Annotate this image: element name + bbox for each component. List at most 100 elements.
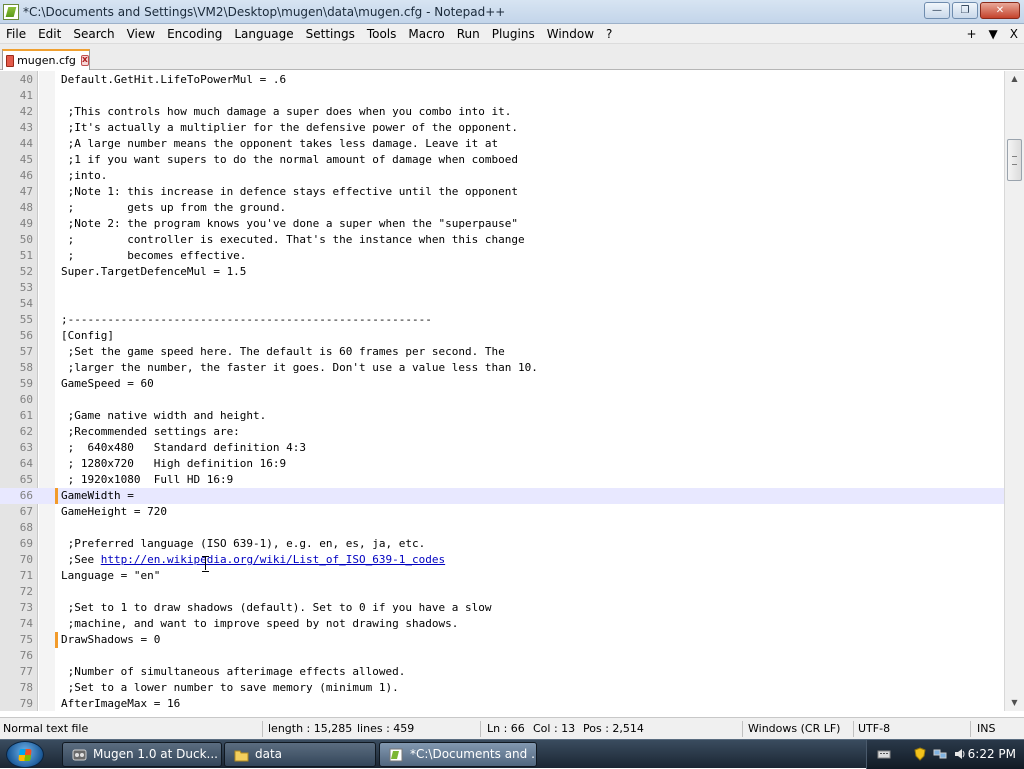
editor-line[interactable]: 63 ; 640x480 Standard definition 4:3 (0, 440, 1004, 456)
editor-line[interactable]: 73 ;Set to 1 to draw shadows (default). … (0, 600, 1004, 616)
new-tab-icon[interactable]: + (966, 27, 976, 41)
editor-line[interactable]: 53 (0, 280, 1004, 296)
editor-line[interactable]: 55 ;-------------------------------------… (0, 312, 1004, 328)
security-shield-icon[interactable] (913, 747, 927, 761)
editor-line[interactable]: 79 AfterImageMax = 16 (0, 696, 1004, 711)
close-document-icon[interactable]: X (1010, 27, 1018, 41)
editor-line[interactable]: 45 ;1 if you want supers to do the norma… (0, 152, 1004, 168)
editor-line[interactable]: 69 ;Preferred language (ISO 639-1), e.g.… (0, 536, 1004, 552)
editor-line[interactable]: 60 (0, 392, 1004, 408)
line-number: 55 (19, 313, 33, 326)
editor-line[interactable]: 74 ;machine, and want to improve speed b… (0, 616, 1004, 632)
menu-view[interactable]: View (121, 27, 161, 41)
start-button[interactable] (6, 741, 44, 768)
editor-line[interactable]: 78 ;Set to a lower number to save memory… (0, 680, 1004, 696)
menu-run[interactable]: Run (451, 27, 486, 41)
url-link[interactable]: http://en.wikipedia.org/wiki/List_of_ISO… (101, 553, 445, 566)
text-editor[interactable]: 40 Default.GetHit.LifeToPowerMul = .6 41 42… (0, 71, 1004, 711)
line-content: ;1 if you want supers to do the normal a… (61, 153, 518, 166)
line-content: ;---------------------------------------… (61, 313, 432, 326)
editor-line[interactable]: 52 Super.TargetDefenceMul = 1.5 (0, 264, 1004, 280)
editor-line[interactable]: 50 ; controller is executed. That's the … (0, 232, 1004, 248)
editor-line[interactable]: 49 ;Note 2: the program knows you've don… (0, 216, 1004, 232)
volume-icon[interactable] (953, 747, 967, 761)
line-content: ;Note 2: the program knows you've done a… (61, 217, 518, 230)
taskbar-item-notepad[interactable]: *C:\Documents and ... (379, 742, 537, 767)
editor-line[interactable]: 67 GameHeight = 720 (0, 504, 1004, 520)
line-number: 66 (19, 489, 33, 502)
line-text: GameSpeed = 60 (61, 376, 154, 392)
scrollbar-thumb[interactable] (1007, 139, 1022, 181)
editor-line[interactable]: 54 (0, 296, 1004, 312)
editor-line[interactable]: 57 ;Set the game speed here. The default… (0, 344, 1004, 360)
editor-line[interactable]: 41 (0, 88, 1004, 104)
tab-close-icon[interactable]: x (80, 55, 89, 66)
menu-window[interactable]: Window (541, 27, 600, 41)
network-icon[interactable] (933, 747, 947, 761)
line-content: ;larger the number, the faster it goes. … (61, 361, 538, 374)
close-button[interactable]: ✕ (980, 2, 1020, 19)
editor-line[interactable]: 65 ; 1920x1080 Full HD 16:9 (0, 472, 1004, 488)
line-number: 61 (19, 409, 33, 422)
minimize-button[interactable]: — (924, 2, 950, 19)
editor-line[interactable]: 64 ; 1280x720 High definition 16:9 (0, 456, 1004, 472)
line-number: 45 (19, 153, 33, 166)
keyboard-icon[interactable] (877, 747, 891, 761)
line-number: 44 (19, 137, 33, 150)
editor-line[interactable]: 59 GameSpeed = 60 (0, 376, 1004, 392)
line-text: ;into. (61, 168, 108, 184)
editor-line[interactable]: 61 ;Game native width and height. (0, 408, 1004, 424)
editor-current-line[interactable]: 66 GameWidth = (0, 488, 1004, 504)
editor-line[interactable]: 47 ;Note 1: this increase in defence sta… (0, 184, 1004, 200)
line-content: ;Recommended settings are: (61, 425, 240, 438)
editor-line[interactable]: 51 ; becomes effective. (0, 248, 1004, 264)
editor-line[interactable]: 72 (0, 584, 1004, 600)
menu-encoding[interactable]: Encoding (161, 27, 228, 41)
menu-help[interactable]: ? (600, 27, 618, 41)
tab-mugen-cfg[interactable]: mugen.cfg x (2, 49, 90, 70)
menu-tools[interactable]: Tools (361, 27, 403, 41)
menu-search[interactable]: Search (67, 27, 120, 41)
taskbar-item-mugen[interactable]: Mugen 1.0 at Duck... (62, 742, 222, 767)
taskbar-item-data-folder[interactable]: data (224, 742, 376, 767)
menu-edit[interactable]: Edit (32, 27, 67, 41)
editor-line[interactable]: 62 ;Recommended settings are: (0, 424, 1004, 440)
editor-line[interactable]: 43 ;It's actually a multiplier for the d… (0, 120, 1004, 136)
menu-settings[interactable]: Settings (300, 27, 361, 41)
line-number: 64 (19, 457, 33, 470)
editor-line[interactable]: 44 ;A large number means the opponent ta… (0, 136, 1004, 152)
line-text: GameWidth = (61, 488, 134, 504)
line-text: ; becomes effective. (61, 248, 247, 264)
taskbar-clock[interactable]: 6:22 PM (968, 740, 1016, 769)
editor-line[interactable]: 58 ;larger the number, the faster it goe… (0, 360, 1004, 376)
scroll-up-icon[interactable]: ▲ (1005, 71, 1024, 87)
line-text: ;See http://en.wikipedia.org/wiki/List_o… (61, 552, 446, 568)
editor-line[interactable]: 42 ;This controls how much damage a supe… (0, 104, 1004, 120)
editor-line[interactable]: 71 Language = "en" (0, 568, 1004, 584)
editor-line[interactable]: 77 ;Number of simultaneous afterimage ef… (0, 664, 1004, 680)
editor-line[interactable]: 76 (0, 648, 1004, 664)
editor-line[interactable]: 48 ; gets up from the ground. (0, 200, 1004, 216)
editor-line[interactable]: 75 DrawShadows = 0 (0, 632, 1004, 648)
menu-language[interactable]: Language (228, 27, 299, 41)
status-divider (262, 721, 263, 737)
line-content: GameSpeed = 60 (61, 377, 154, 390)
tab-list-dropdown-icon[interactable]: ▼ (989, 27, 998, 41)
system-tray: 6:22 PM (866, 740, 1024, 769)
editor-line[interactable]: 70 ;See http://en.wikipedia.org/wiki/Lis… (0, 552, 1004, 568)
line-text: ;A large number means the opponent takes… (61, 136, 498, 152)
menu-plugins[interactable]: Plugins (486, 27, 541, 41)
status-col: Col : 13 (533, 722, 576, 735)
line-text: ; controller is executed. That's the ins… (61, 232, 525, 248)
scroll-down-icon[interactable]: ▼ (1005, 695, 1024, 711)
vertical-scrollbar[interactable]: ▲ ▼ (1004, 71, 1024, 711)
menu-macro[interactable]: Macro (402, 27, 450, 41)
line-content: ;See (61, 553, 101, 566)
maximize-button[interactable]: ❐ (952, 2, 978, 19)
editor-line[interactable]: 40 Default.GetHit.LifeToPowerMul = .6 (0, 72, 1004, 88)
editor-line[interactable]: 46 ;into. (0, 168, 1004, 184)
line-text: ;Recommended settings are: (61, 424, 240, 440)
editor-line[interactable]: 56 [Config] (0, 328, 1004, 344)
editor-line[interactable]: 68 (0, 520, 1004, 536)
menu-file[interactable]: File (0, 27, 32, 41)
